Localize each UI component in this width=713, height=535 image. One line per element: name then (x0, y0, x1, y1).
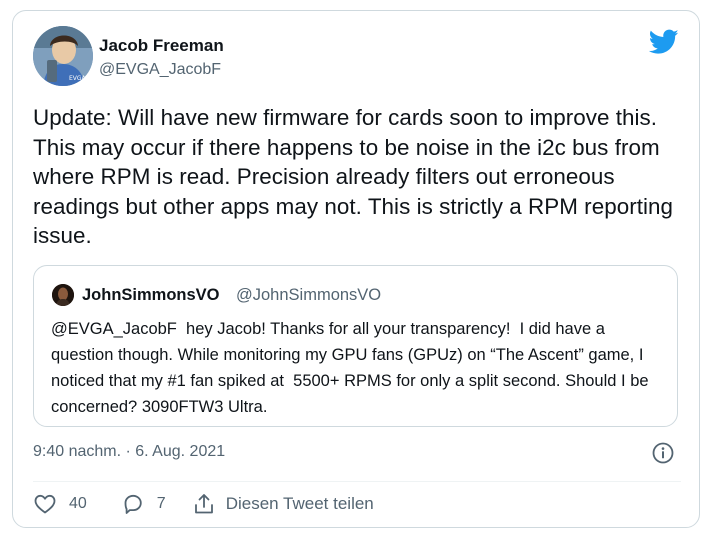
reply-count: 7 (156, 495, 166, 512)
reply-button[interactable]: 7 (121, 492, 166, 516)
quote-author-handle[interactable]: @JohnSimmonsVO (236, 286, 381, 305)
heart-icon (34, 494, 56, 514)
share-label: Diesen Tweet teilen (225, 494, 374, 513)
like-button[interactable]: 40 (33, 492, 87, 516)
author-handle[interactable]: @EVGA_JacobF (99, 61, 221, 79)
share-button[interactable]: Diesen Tweet teilen (192, 492, 374, 516)
like-count: 40 (69, 495, 87, 512)
actions-divider (33, 481, 681, 482)
tweet-timestamp[interactable]: 9:40 nachm. · 6. Aug. 2021 (33, 443, 225, 461)
tweet-card: EVGA Jacob Freeman @EVGA_JacobF Update: … (12, 10, 700, 528)
quote-author-name[interactable]: JohnSimmonsVO (82, 286, 220, 305)
quoted-tweet[interactable]: JohnSimmonsVO @JohnSimmonsVO @EVGA_Jacob… (33, 265, 678, 427)
svg-text:EVGA: EVGA (69, 75, 87, 82)
author-avatar[interactable]: EVGA (33, 26, 93, 86)
reply-icon (124, 494, 142, 514)
author-name[interactable]: Jacob Freeman (99, 36, 224, 56)
info-icon[interactable] (651, 441, 675, 465)
share-icon (194, 494, 213, 514)
action-bar: 40 7 Diesen Tweet teilen (33, 491, 374, 517)
quote-text: @EVGA_JacobF hey Jacob! Thanks for all y… (51, 320, 654, 416)
twitter-logo-icon[interactable] (648, 29, 679, 55)
quote-author-avatar[interactable] (52, 284, 74, 306)
tweet-text: Update: Will have new firmware for cards… (33, 105, 674, 248)
